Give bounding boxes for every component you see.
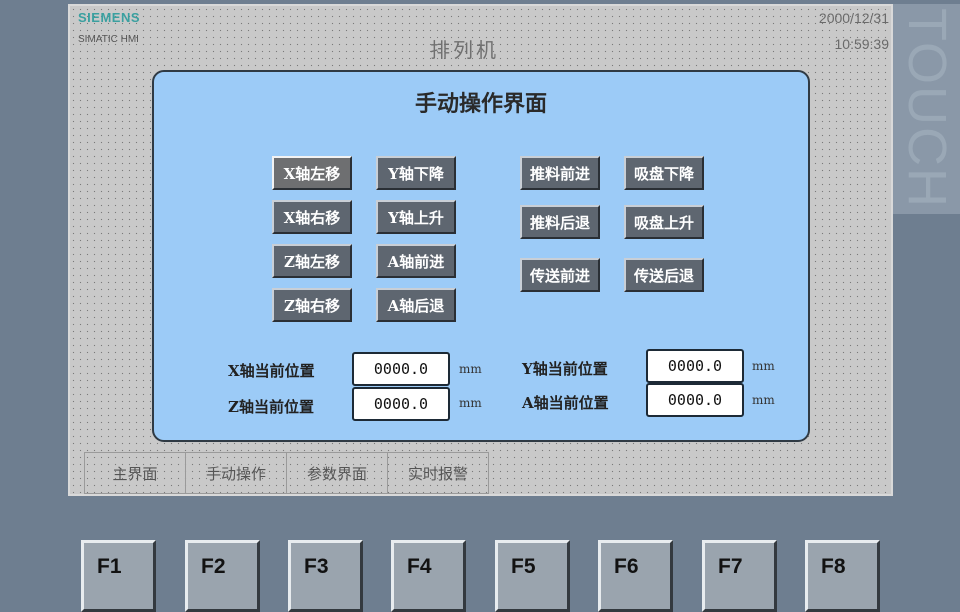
screen-tabs: 主界面 手动操作 参数界面 实时报警 [84, 452, 489, 494]
push-backward-button[interactable]: 推料后退 [520, 205, 600, 239]
hmi-screen: SIEMENS SIMATIC HMI 排列机 2000/12/31 10:59… [68, 4, 893, 496]
y-position-field[interactable]: 0000.0 [646, 349, 744, 383]
a-forward-button[interactable]: A轴前进 [376, 244, 456, 278]
z-position-unit: mm [459, 396, 482, 410]
suction-down-button[interactable]: 吸盘下降 [624, 156, 704, 190]
suction-up-button[interactable]: 吸盘上升 [624, 205, 704, 239]
z-right-button[interactable]: Z轴右移 [272, 288, 352, 322]
screen-title: 排列机 [430, 38, 499, 62]
y-position-label: Y轴当前位置 [522, 360, 608, 378]
x-position-field[interactable]: 0000.0 [352, 352, 450, 386]
x-position-unit: mm [459, 362, 482, 376]
tab-manual-operation[interactable]: 手动操作 [185, 452, 287, 494]
f1-key[interactable]: F1 [81, 540, 156, 612]
a-position-label: A轴当前位置 [522, 394, 609, 412]
conveyor-forward-button[interactable]: 传送前进 [520, 258, 600, 292]
time-display: 10:59:39 [834, 36, 890, 52]
f2-key[interactable]: F2 [185, 540, 260, 612]
z-position-label: Z轴当前位置 [228, 398, 314, 416]
a-position-unit: mm [752, 393, 775, 407]
y-down-button[interactable]: Y轴下降 [376, 156, 456, 190]
f5-key[interactable]: F5 [495, 540, 570, 612]
touch-label: TOUCH [893, 4, 960, 214]
x-right-button[interactable]: X轴右移 [272, 200, 352, 234]
a-backward-button[interactable]: A轴后退 [376, 288, 456, 322]
brand-logo: SIEMENS [78, 10, 141, 25]
tab-parameters[interactable]: 参数界面 [286, 452, 388, 494]
tab-main[interactable]: 主界面 [84, 452, 186, 494]
f3-key[interactable]: F3 [288, 540, 363, 612]
model-label: SIMATIC HMI [78, 34, 139, 45]
f8-key[interactable]: F8 [805, 540, 880, 612]
panel-title: 手动操作界面 [414, 91, 547, 117]
f7-key[interactable]: F7 [702, 540, 777, 612]
date-display: 2000/12/31 [818, 10, 889, 26]
f4-key[interactable]: F4 [391, 540, 466, 612]
manual-operation-panel: 手动操作界面 X轴左移 Y轴下降 X轴右移 Y轴上升 Z轴左移 A轴前进 Z轴右… [152, 70, 810, 442]
a-position-field[interactable]: 0000.0 [646, 383, 744, 417]
z-left-button[interactable]: Z轴左移 [272, 244, 352, 278]
x-left-button[interactable]: X轴左移 [272, 156, 352, 190]
tab-alarms[interactable]: 实时报警 [387, 452, 489, 494]
y-up-button[interactable]: Y轴上升 [376, 200, 456, 234]
push-forward-button[interactable]: 推料前进 [520, 156, 600, 190]
z-position-field[interactable]: 0000.0 [352, 387, 450, 421]
y-position-unit: mm [752, 359, 775, 373]
x-position-label: X轴当前位置 [228, 362, 315, 380]
conveyor-backward-button[interactable]: 传送后退 [624, 258, 704, 292]
f6-key[interactable]: F6 [598, 540, 673, 612]
